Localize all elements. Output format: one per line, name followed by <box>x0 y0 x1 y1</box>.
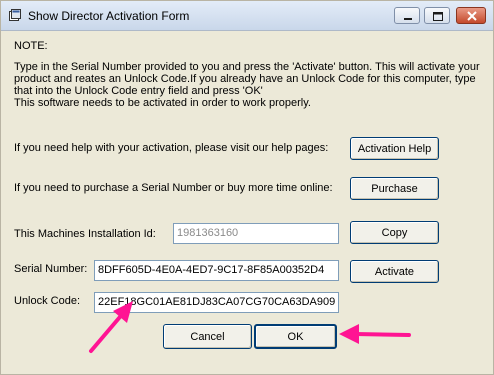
activate-button[interactable]: Activate <box>350 260 439 283</box>
ok-button[interactable]: OK <box>254 324 337 349</box>
help-text: If you need help with your activation, p… <box>14 142 329 154</box>
maximize-icon <box>433 12 443 21</box>
minimize-button[interactable] <box>394 7 420 24</box>
minimize-icon <box>404 18 412 20</box>
note-line: This software needs to be activated in o… <box>14 97 311 109</box>
installation-id-label: This Machines Installation Id: <box>14 228 156 240</box>
serial-number-label: Serial Number: <box>14 263 88 275</box>
close-button[interactable] <box>456 7 486 24</box>
note-heading: NOTE: <box>14 40 48 52</box>
note-line: product and reates an Unlock Code.If you… <box>14 73 476 85</box>
window-title: Show Director Activation Form <box>28 9 190 23</box>
activation-window: Show Director Activation Form NOTE: Type… <box>0 0 494 375</box>
note-paragraph: Type in the Serial Number provided to yo… <box>14 61 480 109</box>
activation-help-button[interactable]: Activation Help <box>350 137 439 160</box>
serial-number-field[interactable]: 8DFF605D-4E0A-4ED7-9C17-8F85A00352D4 <box>94 260 339 281</box>
unlock-code-label: Unlock Code: <box>14 295 81 307</box>
purchase-button[interactable]: Purchase <box>350 177 439 200</box>
annotation-arrow-ok <box>339 324 411 344</box>
app-icon <box>9 9 21 21</box>
close-icon <box>467 11 477 21</box>
note-line: that into the Unlock Code entry field an… <box>14 85 263 97</box>
purchase-text: If you need to purchase a Serial Number … <box>14 182 333 194</box>
note-line: Type in the Serial Number provided to yo… <box>14 61 480 73</box>
installation-id-field[interactable]: 1981363160 <box>173 223 339 244</box>
copy-button[interactable]: Copy <box>350 221 439 244</box>
title-bar[interactable]: Show Director Activation Form <box>1 1 493 31</box>
annotation-arrow-unlock-code <box>89 301 133 353</box>
cancel-button[interactable]: Cancel <box>163 324 252 349</box>
maximize-button[interactable] <box>424 7 450 24</box>
